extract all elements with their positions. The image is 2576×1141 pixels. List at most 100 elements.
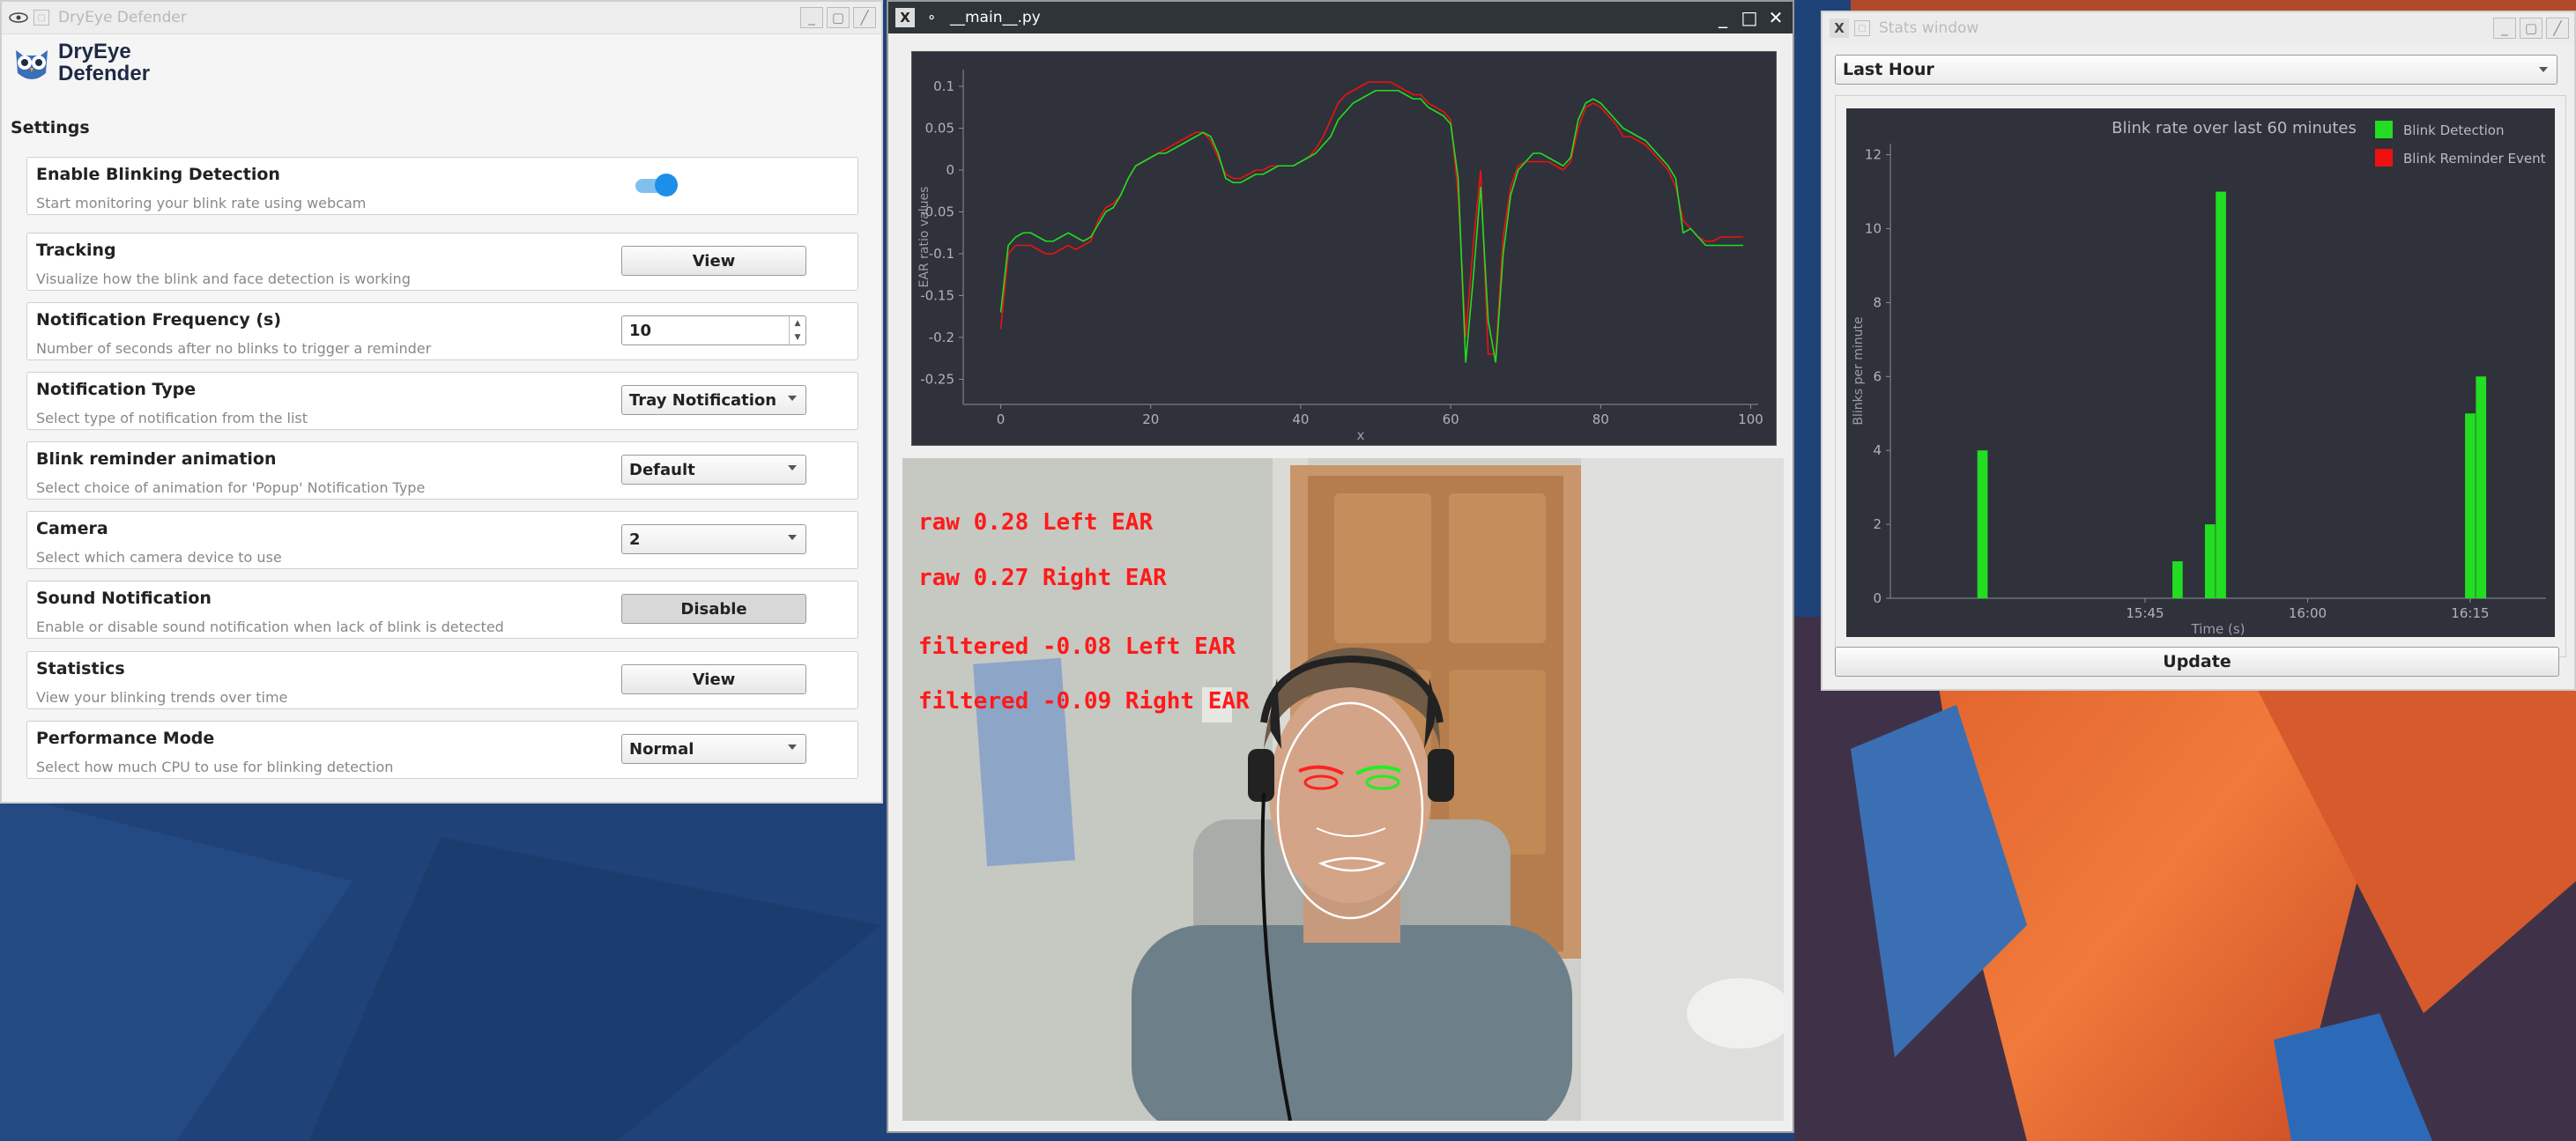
y-tick-label: -0.25 (920, 372, 954, 388)
settings-titlebar[interactable]: ▢ DryEye Defender _ ▢ ╱ (2, 2, 881, 34)
row-label: Camera (36, 519, 108, 538)
notification-frequency-spinbox[interactable]: 10 ▲ ▼ (621, 315, 806, 345)
stats-chart-frame: 02468101215:4516:0016:1516:30 Blink rate… (1835, 95, 2566, 657)
settings-window: ▢ DryEye Defender _ ▢ ╱ DryEye Defender … (0, 0, 883, 804)
y-tick-label: 2 (1873, 516, 1882, 532)
y-tick-label: 10 (1865, 220, 1882, 236)
row-label: Sound Notification (36, 589, 212, 608)
stats-window: X ▢ Stats window _ ▢ ╱ Last Hour 0 2 4 6 8 10… (1821, 11, 2576, 691)
y-tick-label: -0.1 (929, 246, 954, 262)
row-label: Blink reminder animation (36, 449, 277, 469)
select-value: Last Hour (1843, 60, 1934, 79)
select-value: Normal (629, 739, 694, 759)
spinbox-value: 10 (629, 321, 652, 340)
ear-chart: 0.10.050-0.05-0.1-0.15-0.2-0.250 20 40 60 80… (917, 70, 1763, 443)
close-button[interactable]: ✕ (1764, 7, 1787, 28)
minimize-button[interactable]: _ (1711, 7, 1734, 28)
chevron-down-icon (788, 745, 797, 750)
window-title: DryEye Defender (58, 9, 187, 26)
chevron-down-icon (788, 396, 797, 401)
logo-text-line2: Defender (58, 62, 151, 85)
x-tick-label: 100 (1738, 411, 1763, 427)
row-label: Statistics (36, 659, 125, 678)
row-description: Select how much CPU to use for blinking … (36, 759, 394, 775)
blink-bar (1977, 450, 1988, 598)
row-description: Visualize how the blink and face detecti… (36, 270, 411, 287)
statistics-view-button[interactable]: View (621, 664, 806, 694)
minimize-button[interactable]: _ (2493, 18, 2516, 39)
row-performance-mode: Performance Mode Select how much CPU to … (26, 721, 858, 779)
blink-bar (2204, 524, 2216, 598)
row-label: Performance Mode (36, 729, 215, 748)
webcam-feed: raw 0.28 Left EAR raw 0.27 Right EAR fil… (902, 458, 1784, 1121)
raw-left-ear-overlay: raw 0.28 Left EAR (918, 509, 1154, 536)
spin-up-icon[interactable]: ▲ (795, 319, 801, 328)
row-sound-notification: Sound Notification Enable or disable sou… (26, 581, 858, 639)
y-tick-label: 0 (1873, 590, 1882, 606)
blink-rate-plot: 02468101215:4516:0016:1516:30 Blink rate… (1846, 108, 2555, 637)
row-notification-frequency: Notification Frequency (s) Number of sec… (26, 302, 858, 360)
window-menu-icon[interactable]: ⚬ (922, 8, 941, 27)
row-label: Notification Type (36, 380, 197, 399)
close-button[interactable]: ╱ (853, 7, 876, 28)
stats-titlebar[interactable]: X ▢ Stats window _ ▢ ╱ (1823, 12, 2574, 44)
toggle-knob (655, 174, 678, 196)
time-range-select[interactable]: Last Hour (1835, 55, 2557, 85)
row-description: Select choice of animation for 'Popup' N… (36, 479, 426, 496)
x-tick-label: 80 (1592, 411, 1609, 427)
x-axis-label: x (1357, 427, 1365, 443)
chart-title: Blink rate over last 60 minutes (2112, 119, 2357, 137)
blink-bar (2465, 413, 2476, 598)
main-window: X ⚬ __main__.py _ □ ✕ 0.1 0.05 0 -0.05 -0.1-… (887, 0, 1794, 1133)
owl-icon (16, 50, 48, 79)
filtered-left-ear-overlay: filtered -0.08 Left EAR (918, 633, 1236, 660)
maximize-button[interactable]: ▢ (827, 7, 850, 28)
y-axis-label: Blinks per minute (1852, 316, 1866, 425)
maximize-button[interactable]: ▢ (2520, 18, 2543, 39)
row-label: Tracking (36, 241, 116, 260)
spinbox-arrows[interactable]: ▲ ▼ (789, 316, 805, 345)
main-titlebar[interactable]: X ⚬ __main__.py _ □ ✕ (888, 2, 1793, 33)
notification-type-select[interactable]: Tray Notification (621, 385, 806, 415)
legend-swatch (2375, 149, 2393, 167)
sound-disable-button[interactable]: Disable (621, 594, 806, 624)
row-camera: Camera Select which camera device to use… (26, 511, 858, 569)
tracking-view-button[interactable]: View (621, 246, 806, 276)
blink-bar (2476, 376, 2487, 598)
chart-legend: Blink Detection Blink Reminder Event (2375, 121, 2546, 167)
maximize-button[interactable]: □ (1738, 7, 1761, 28)
update-button[interactable]: Update (1835, 647, 2559, 677)
x-tick-label: 16:00 (2289, 605, 2327, 621)
camera-select[interactable]: 2 (621, 524, 806, 554)
x-tick-label: 40 (1292, 411, 1309, 427)
performance-mode-select[interactable]: Normal (621, 734, 806, 764)
animation-select[interactable]: Default (621, 455, 806, 485)
select-value: 2 (629, 530, 641, 549)
window-menu-icon[interactable]: ▢ (33, 10, 49, 26)
blink-rate-chart: 02468101215:4516:0016:1516:30 Blink rate… (1852, 119, 2546, 637)
row-statistics: Statistics View your blinking trends ove… (26, 651, 858, 709)
window-menu-icon[interactable]: ▢ (1854, 20, 1870, 36)
close-button[interactable]: ╱ (2546, 18, 2569, 39)
blinking-detection-toggle[interactable] (635, 174, 679, 196)
x-tick-label: 60 (1443, 411, 1459, 427)
ear-plot: 0.1 0.05 0 -0.05 -0.1 -0.15 -0.2 -0.25 0 20 40 60 80… (911, 51, 1777, 446)
y-tick-label: 0.05 (925, 121, 954, 137)
x-axis-label: Time (s) (2191, 621, 2246, 637)
chevron-down-icon (788, 465, 797, 470)
logo-text-line1: DryEye (58, 40, 131, 63)
row-description: View your blinking trends over time (36, 689, 288, 706)
y-tick-label: -0.15 (920, 288, 954, 304)
legend-swatch (2375, 121, 2393, 138)
select-value: Default (629, 460, 695, 479)
webcam-image (902, 458, 1784, 1121)
eye-icon (9, 8, 28, 27)
row-description: Start monitoring your blink rate using w… (36, 195, 367, 211)
raw-right-ear-overlay: raw 0.27 Right EAR (918, 565, 1167, 591)
blink-bar (2172, 561, 2183, 598)
minimize-button[interactable]: _ (800, 7, 823, 28)
y-tick-label: -0.2 (929, 330, 954, 345)
row-notification-type: Notification Type Select type of notific… (26, 372, 858, 430)
spin-down-icon[interactable]: ▼ (795, 333, 801, 342)
chevron-down-icon (788, 535, 797, 540)
